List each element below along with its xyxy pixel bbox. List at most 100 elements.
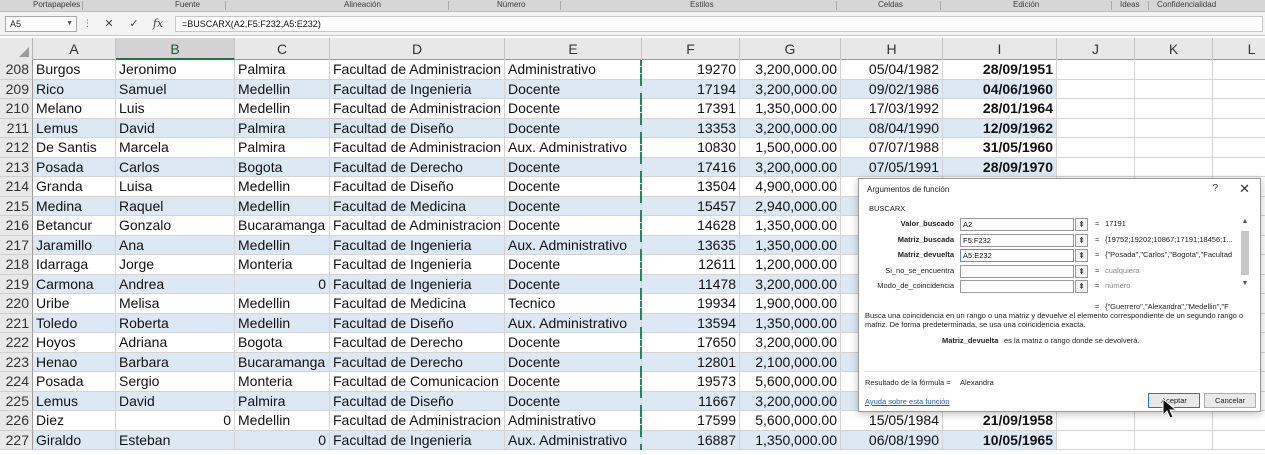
- column-header-j[interactable]: J: [1057, 38, 1135, 60]
- cell-j[interactable]: [1057, 118, 1135, 138]
- cell-b[interactable]: Luisa: [116, 177, 235, 197]
- cell-b[interactable]: Marcela: [116, 138, 235, 158]
- cell-k[interactable]: [1135, 99, 1213, 119]
- cell-e[interactable]: Docente: [505, 274, 642, 294]
- cell-c[interactable]: Medellin: [235, 99, 330, 119]
- row-header[interactable]: 211: [0, 118, 33, 138]
- cell-b[interactable]: Esteban: [116, 430, 235, 450]
- cell-g[interactable]: 1,350,000.00: [740, 235, 841, 255]
- cell-l[interactable]: [1213, 99, 1265, 119]
- column-header-b[interactable]: B: [116, 38, 235, 60]
- cell-l[interactable]: [1213, 411, 1265, 431]
- column-header-a[interactable]: A: [33, 38, 116, 60]
- cell-d[interactable]: Facultad de Administracion: [330, 216, 505, 236]
- cell-g[interactable]: 1,200,000.00: [740, 255, 841, 275]
- dialog-scrollbar[interactable]: ▲ ▼: [1240, 217, 1250, 289]
- cell-e[interactable]: Docente: [505, 216, 642, 236]
- cell-a[interactable]: Betancur: [33, 216, 116, 236]
- cell-a[interactable]: Toledo: [33, 313, 116, 333]
- cell-h[interactable]: 08/04/1990: [841, 118, 943, 138]
- select-all-corner[interactable]: [0, 38, 33, 60]
- cell-l[interactable]: [1213, 119, 1265, 138]
- row-header[interactable]: 209: [0, 79, 33, 99]
- cell-d[interactable]: Facultad de Administracion: [330, 60, 505, 80]
- formula-input[interactable]: =BUSCARX(A2,F5:F232,A5:E232): [175, 16, 1263, 32]
- cell-c[interactable]: Medellin: [235, 294, 330, 314]
- cell-c[interactable]: 0: [235, 274, 330, 294]
- insert-function-icon[interactable]: fx: [150, 16, 166, 32]
- column-header-h[interactable]: H: [841, 38, 943, 60]
- cell-g[interactable]: 5,600,000.00: [740, 372, 841, 392]
- cell-k[interactable]: [1135, 60, 1213, 80]
- cell-f[interactable]: 19573: [642, 372, 740, 392]
- cell-h[interactable]: 06/08/1990: [841, 430, 943, 450]
- cell-d[interactable]: Facultad de Derecho: [330, 157, 505, 177]
- cell-d[interactable]: Facultad de Ingenieria: [330, 274, 505, 294]
- cell-b[interactable]: Raquel: [116, 196, 235, 216]
- row-header[interactable]: 225: [0, 391, 33, 411]
- cell-g[interactable]: 3,200,000.00: [740, 60, 841, 80]
- name-box[interactable]: A5 ▼: [5, 16, 77, 32]
- cell-k[interactable]: [1135, 138, 1213, 158]
- column-header-d[interactable]: D: [330, 38, 505, 60]
- arg-input-matriz-devuelta[interactable]: A5:E232: [960, 249, 1074, 262]
- collapse-dialog-icon[interactable]: ⇞: [1075, 265, 1088, 278]
- cell-b[interactable]: Melisa: [116, 294, 235, 314]
- cell-g[interactable]: 2,100,000.00: [740, 352, 841, 372]
- cell-a[interactable]: Henao: [33, 352, 116, 372]
- row-header[interactable]: 215: [0, 196, 33, 216]
- cell-f[interactable]: 17391: [642, 99, 740, 119]
- cell-c[interactable]: Palmira: [235, 118, 330, 138]
- cell-d[interactable]: Facultad de Ingenieria: [330, 235, 505, 255]
- cell-c[interactable]: Bogota: [235, 157, 330, 177]
- cell-b[interactable]: Carlos: [116, 157, 235, 177]
- vertical-dots-icon[interactable]: ⋮: [83, 18, 92, 28]
- cell-d[interactable]: Facultad de Ingenieria: [330, 430, 505, 450]
- cell-d[interactable]: Facultad de Medicina: [330, 294, 505, 314]
- cell-a[interactable]: Uribe: [33, 294, 116, 314]
- cell-g[interactable]: 1,350,000.00: [740, 313, 841, 333]
- column-header-f[interactable]: F: [642, 38, 740, 60]
- cell-b[interactable]: David: [116, 391, 235, 411]
- column-header-k[interactable]: K: [1135, 38, 1213, 60]
- cell-g[interactable]: 1,500,000.00: [740, 138, 841, 158]
- row-header[interactable]: 222: [0, 333, 33, 353]
- column-header-c[interactable]: C: [235, 38, 330, 60]
- cell-g[interactable]: 3,200,000.00: [740, 79, 841, 99]
- cell-f[interactable]: 10830: [642, 138, 740, 158]
- cell-d[interactable]: Facultad de Ingenieria: [330, 79, 505, 99]
- cell-a[interactable]: Posada: [33, 372, 116, 392]
- close-icon[interactable]: ✕: [1239, 181, 1250, 197]
- cell-i[interactable]: 28/01/1964: [943, 99, 1057, 119]
- cell-b[interactable]: Roberta: [116, 313, 235, 333]
- cell-c[interactable]: Medellin: [235, 235, 330, 255]
- cell-d[interactable]: Facultad de Diseño: [330, 118, 505, 138]
- cell-b[interactable]: Gonzalo: [116, 216, 235, 236]
- column-header-g[interactable]: G: [740, 38, 841, 60]
- help-icon[interactable]: ?: [1212, 183, 1218, 194]
- row-header[interactable]: 224: [0, 372, 33, 392]
- cell-e[interactable]: Aux. Administrativo: [505, 138, 642, 158]
- cell-a[interactable]: Medina: [33, 196, 116, 216]
- cell-c[interactable]: Bogota: [235, 333, 330, 353]
- cell-c[interactable]: Monteria: [235, 372, 330, 392]
- cell-f[interactable]: 13504: [642, 177, 740, 197]
- cell-i[interactable]: 28/09/1970: [943, 157, 1057, 177]
- cell-e[interactable]: Tecnico: [505, 294, 642, 314]
- cell-g[interactable]: 1,350,000.00: [740, 430, 841, 450]
- cell-j[interactable]: [1057, 157, 1135, 177]
- cell-b[interactable]: Jorge: [116, 255, 235, 275]
- cell-b[interactable]: Luis: [116, 99, 235, 119]
- row-header[interactable]: 219: [0, 274, 33, 294]
- row-header[interactable]: 221: [0, 313, 33, 333]
- cell-f[interactable]: 13635: [642, 235, 740, 255]
- cell-e[interactable]: Aux. Administrativo: [505, 235, 642, 255]
- cell-e[interactable]: Docente: [505, 352, 642, 372]
- cell-d[interactable]: Facultad de Ingenieria: [330, 255, 505, 275]
- column-header-i[interactable]: I: [943, 38, 1057, 60]
- cell-c[interactable]: 0: [235, 430, 330, 450]
- cell-f[interactable]: 19270: [642, 60, 740, 80]
- cell-h[interactable]: 05/04/1982: [841, 60, 943, 80]
- cell-b[interactable]: Sergio: [116, 372, 235, 392]
- cell-i[interactable]: 31/05/1960: [943, 138, 1057, 158]
